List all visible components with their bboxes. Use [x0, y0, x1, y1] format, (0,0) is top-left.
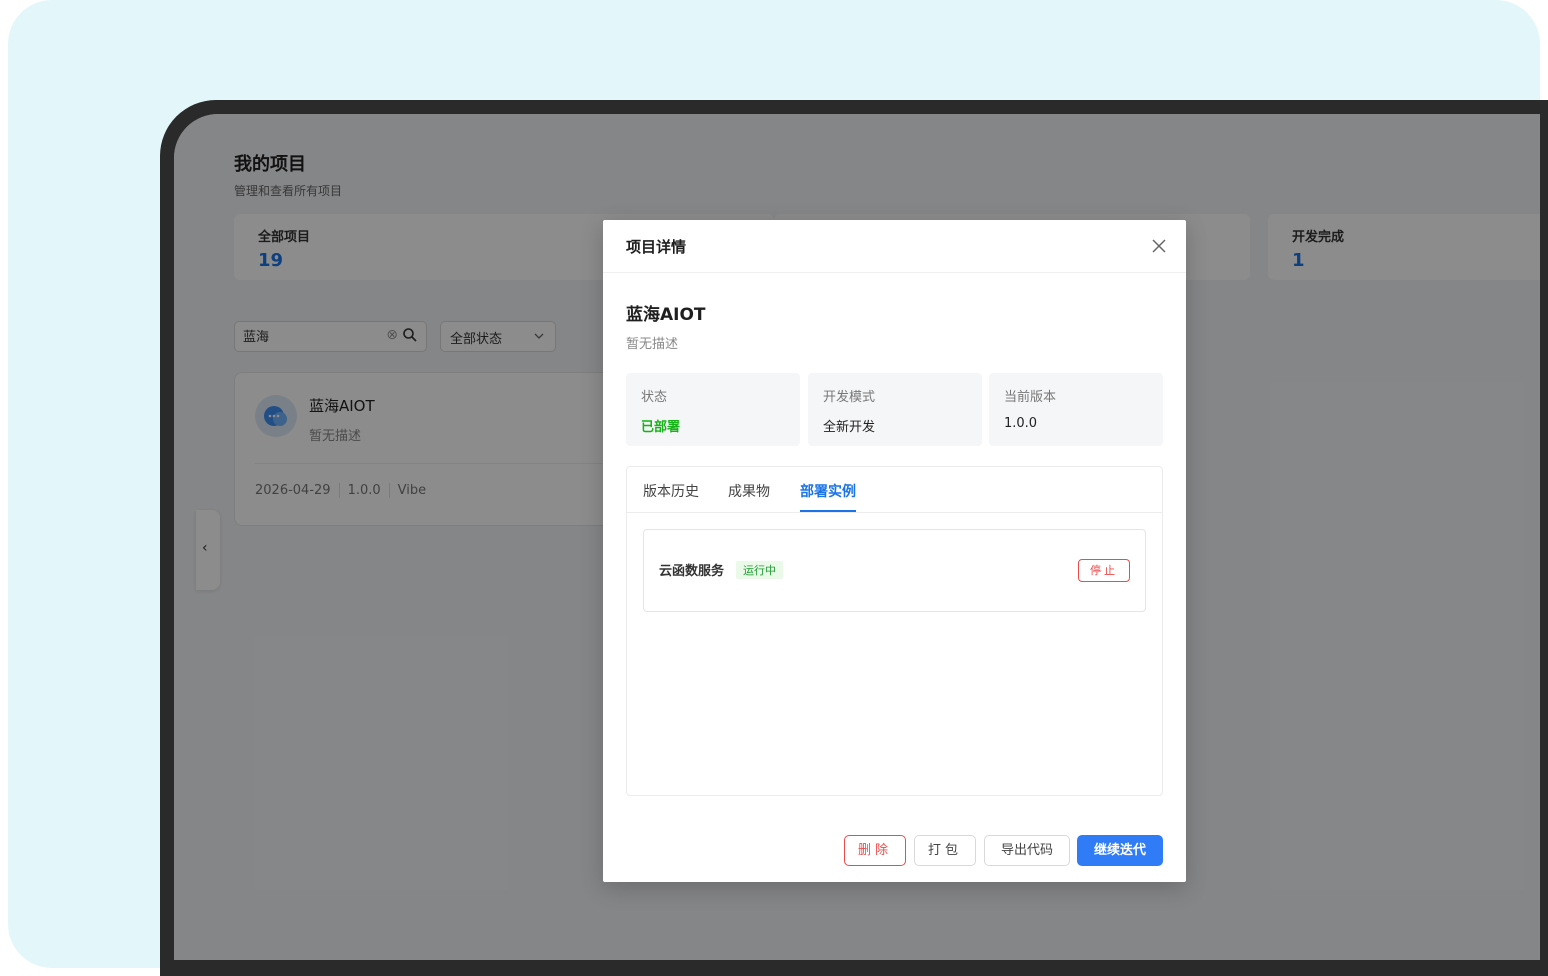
instance-status-badge: 运行中 — [736, 561, 783, 579]
info-value: 已部署 — [641, 420, 681, 435]
info-label: 开发模式 — [823, 390, 876, 405]
info-value: 1.0.0 — [1004, 416, 1038, 431]
export-code-button[interactable]: 导出代码 — [984, 835, 1070, 866]
deploy-instance-card: 云函数服务 运行中 停止 — [643, 529, 1146, 612]
info-card-version: 当前版本 1.0.0 — [989, 373, 1163, 446]
info-value: 全新开发 — [823, 420, 876, 435]
instance-name: 云函数服务 — [659, 564, 725, 579]
pack-button[interactable]: 打包 — [914, 835, 976, 866]
info-label: 状态 — [641, 390, 668, 405]
active-tab-indicator — [800, 510, 856, 512]
modal-project-name: 蓝海AIOT — [626, 305, 706, 325]
info-card-mode: 开发模式 全新开发 — [808, 373, 982, 446]
modal-project-desc: 暂无描述 — [626, 337, 679, 352]
project-detail-modal: 项目详情 蓝海AIOT 暂无描述 状态 已部署 开发模式 全新开发 当前版本 1… — [603, 220, 1186, 882]
modal-header: 项目详情 — [603, 220, 1186, 273]
info-label: 当前版本 — [1004, 390, 1057, 405]
continue-iteration-button[interactable]: 继续迭代 — [1077, 835, 1163, 866]
close-icon[interactable] — [1150, 237, 1168, 255]
modal-title: 项目详情 — [626, 238, 687, 256]
stop-button[interactable]: 停止 — [1078, 559, 1130, 582]
delete-button[interactable]: 删除 — [844, 835, 906, 866]
tabs-bar: 版本历史 成果物 部署实例 — [627, 467, 1162, 513]
tab-version-history[interactable]: 版本历史 — [643, 481, 699, 501]
tab-deploy-instances[interactable]: 部署实例 — [800, 481, 856, 501]
tab-artifacts[interactable]: 成果物 — [728, 481, 770, 501]
info-card-status: 状态 已部署 — [626, 373, 800, 446]
tabs-panel: 版本历史 成果物 部署实例 云函数服务 运行中 停止 — [626, 466, 1163, 796]
